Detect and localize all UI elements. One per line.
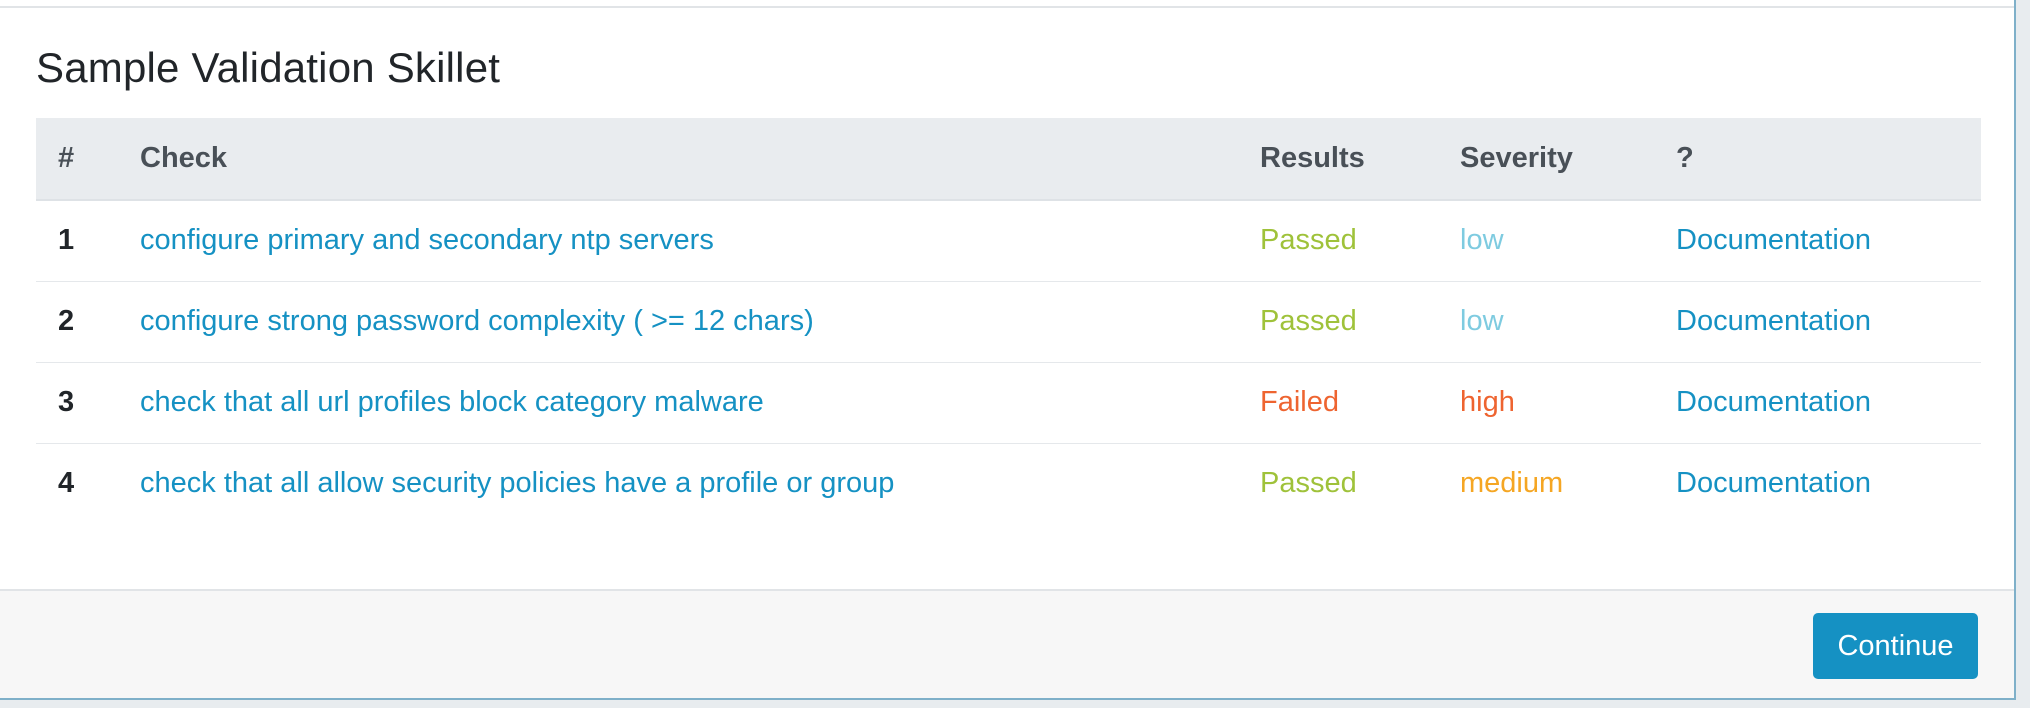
top-divider: [0, 6, 2014, 8]
table-row: 4 check that all allow security policies…: [36, 443, 1981, 524]
severity-label: medium: [1460, 467, 1564, 500]
header-check: Check: [118, 118, 1238, 201]
severity-label: low: [1438, 281, 1654, 363]
result-status: Passed: [1238, 281, 1438, 363]
continue-button[interactable]: Continue: [1813, 613, 1978, 679]
result-status: Failed: [1238, 362, 1438, 444]
severity-label: high: [1438, 362, 1654, 444]
documentation-link[interactable]: Documentation: [1676, 467, 1871, 499]
table-row: 3 check that all url profiles block cate…: [36, 362, 1981, 444]
check-link[interactable]: check that all url profiles block catego…: [140, 386, 764, 418]
row-number: 4: [58, 467, 75, 500]
documentation-link[interactable]: Documentation: [1676, 224, 1871, 256]
result-status: Passed: [1238, 200, 1438, 282]
row-number: 1: [36, 200, 118, 282]
table-header-row: # Check Results Severity ?: [36, 118, 1981, 201]
header-results: Results: [1238, 118, 1438, 201]
check-link[interactable]: configure strong password complexity ( >…: [140, 305, 814, 337]
row-number: 3: [36, 362, 118, 444]
dialog-footer: Continue: [0, 589, 2014, 698]
header-severity: Severity: [1438, 118, 1654, 201]
results-table: # Check Results Severity ? 1 configure p…: [36, 118, 1981, 524]
page-title: Sample Validation Skillet: [36, 44, 501, 91]
check-link[interactable]: check that all allow security policies h…: [140, 467, 894, 499]
table-row: 2 configure strong password complexity (…: [36, 281, 1981, 363]
severity-label: low: [1438, 200, 1654, 282]
header-help: ?: [1654, 118, 1981, 201]
check-link[interactable]: configure primary and secondary ntp serv…: [140, 224, 714, 256]
documentation-link[interactable]: Documentation: [1676, 386, 1871, 418]
row-number: 2: [36, 281, 118, 363]
header-number: #: [36, 118, 118, 201]
result-status: Passed: [1260, 467, 1357, 500]
validation-dialog: Sample Validation Skillet # Check Result…: [0, 0, 2016, 700]
documentation-link[interactable]: Documentation: [1676, 305, 1871, 337]
table-row: 1 configure primary and secondary ntp se…: [36, 200, 1981, 282]
